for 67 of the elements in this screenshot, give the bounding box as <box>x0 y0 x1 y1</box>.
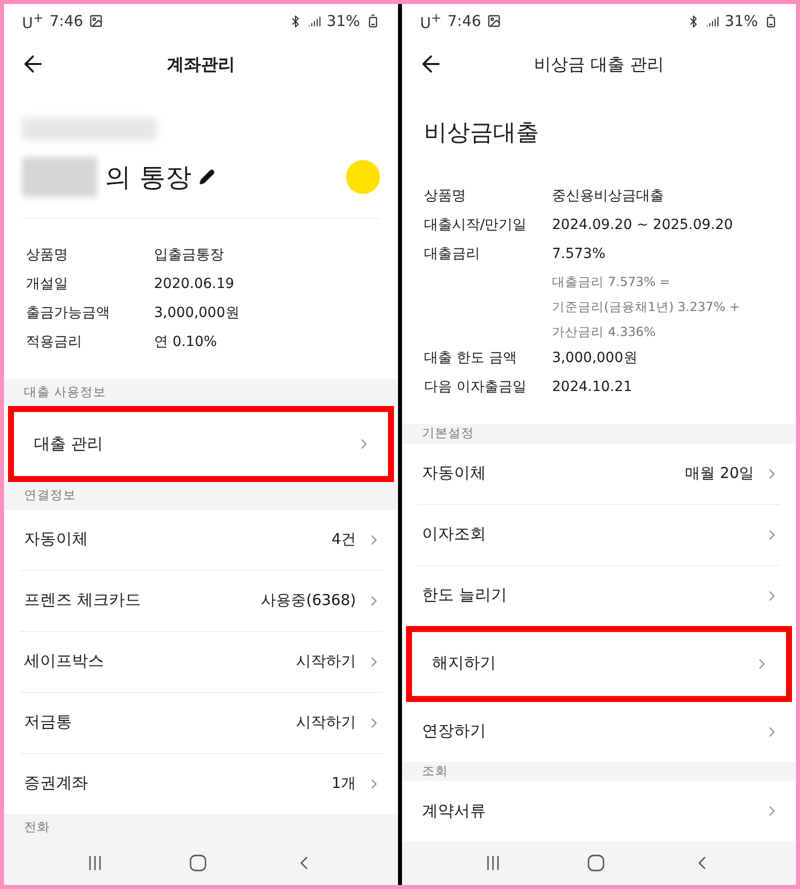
menu-label: 세이프박스 <box>24 651 104 672</box>
menu-label: 증권계좌 <box>24 773 88 794</box>
section-header: 조회 <box>422 762 448 780</box>
section-header: 전화 <box>24 818 50 836</box>
battery-text: 31% <box>724 12 758 30</box>
highlighted-menu-row[interactable]: 해지하기 <box>406 626 792 702</box>
info-value: 2020.06.19 <box>154 275 236 294</box>
image-icon <box>89 14 104 28</box>
clock-text: 7:46 <box>447 12 482 30</box>
menu-label: 연장하기 <box>422 721 486 742</box>
highlighted-menu-row[interactable]: 대출 관리 <box>8 406 394 482</box>
screen-title: 비상금 대출 관리 <box>534 54 664 76</box>
info-label: 개설일 <box>26 275 69 294</box>
info-value: 2024.09.20 ~ 2025.09.20 <box>552 216 734 235</box>
rate-note: 가산금리 4.336% <box>552 323 657 341</box>
recent-apps-icon[interactable] <box>87 855 103 871</box>
info-value: 3,000,000원 <box>154 304 240 323</box>
info-value: 중신용비상금대출 <box>552 187 665 206</box>
battery-icon <box>764 14 778 28</box>
section-header: 기본설정 <box>422 425 474 442</box>
info-value: 7.573% <box>552 245 606 264</box>
info-label: 출금가능금액 <box>26 304 111 323</box>
menu-label: 자동이체 <box>24 529 88 550</box>
signal-icon <box>308 14 321 28</box>
menu-label: 대출 관리 <box>34 434 104 455</box>
carrier-text: U$^{+}$ <box>22 10 44 32</box>
pencil-icon[interactable] <box>199 169 216 185</box>
menu-label: 이자조회 <box>422 524 486 545</box>
info-label: 대출시작/만기일 <box>424 216 528 235</box>
home-icon[interactable] <box>189 854 207 872</box>
rate-note: 대출금리 7.573% = <box>552 273 672 291</box>
menu-label: 자동이체 <box>422 463 486 484</box>
menu-value: 4건 <box>331 530 356 550</box>
info-label: 적용금리 <box>26 333 83 352</box>
menu-label: 한도 늘리기 <box>422 585 508 606</box>
signal-icon <box>706 14 719 28</box>
menu-label: 계약서류 <box>422 800 486 822</box>
menu-value: 시작하기 <box>296 713 356 732</box>
screen-title: 계좌관리 <box>167 54 235 76</box>
battery-icon <box>366 14 380 28</box>
info-value: 3,000,000원 <box>552 349 638 368</box>
menu-label: 프렌즈 체크카드 <box>24 590 142 612</box>
rate-note: 기준금리(금융채1년) 3.237% + <box>552 298 741 316</box>
menu-value: 사용중(6368) <box>261 591 356 610</box>
info-label: 상품명 <box>424 187 467 206</box>
loan-title: 비상금대출 <box>423 119 540 148</box>
menu-value: 1개 <box>331 774 356 794</box>
home-icon[interactable] <box>587 854 605 872</box>
info-label: 대출 한도 금액 <box>424 349 518 368</box>
info-value: 2024.10.21 <box>552 378 634 397</box>
image-icon <box>487 14 502 28</box>
menu-label: 해지하기 <box>432 653 496 674</box>
section-header: 대출 사용정보 <box>24 384 106 402</box>
recent-apps-icon[interactable] <box>485 855 501 871</box>
info-value: 입출금통장 <box>154 246 225 265</box>
info-value: 연 0.10% <box>154 333 218 352</box>
menu-label: 저금통 <box>24 712 72 734</box>
carrier-text: U$^{+}$ <box>420 10 442 32</box>
clock-text: 7:46 <box>49 12 84 30</box>
menu-value: 시작하기 <box>296 652 356 672</box>
account-name: 의 통장 <box>105 162 192 194</box>
menu-value: 매월 20일 <box>685 464 754 483</box>
info-label: 다음 이자출금일 <box>424 378 528 397</box>
info-label: 대출금리 <box>424 245 481 264</box>
section-header: 연결정보 <box>24 487 76 504</box>
info-label: 상품명 <box>26 246 69 265</box>
battery-text: 31% <box>326 12 360 30</box>
